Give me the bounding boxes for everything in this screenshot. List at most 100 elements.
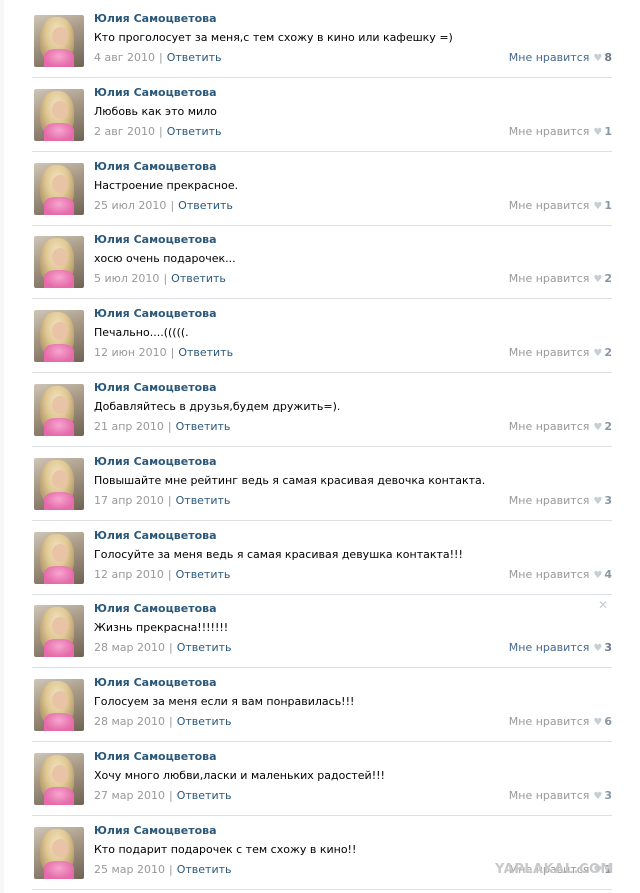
- post-date: 2 авг 2010: [94, 124, 155, 138]
- like-button[interactable]: Мне нравится ♥ 2: [509, 272, 612, 285]
- post-meta: 4 авг 2010 | Ответить: [94, 51, 221, 64]
- like-count: 4: [604, 567, 612, 581]
- like-button[interactable]: Мне нравится ♥ 1: [509, 199, 612, 212]
- heart-icon: ♥: [593, 791, 603, 802]
- post-date: 25 мар 2010: [94, 862, 166, 876]
- author-name[interactable]: Юлия Самоцветова: [94, 86, 217, 99]
- like-button[interactable]: Мне нравится ♥ 6: [509, 715, 612, 728]
- like-button[interactable]: Мне нравится ♥ 2: [509, 420, 612, 433]
- wall-post: Юлия Самоцветова хосю очень подарочек...…: [32, 225, 612, 300]
- like-label: Мне нравится: [508, 272, 590, 286]
- reply-link[interactable]: Ответить: [178, 346, 233, 359]
- reply-link[interactable]: Ответить: [176, 494, 231, 507]
- separator: |: [167, 493, 172, 507]
- avatar[interactable]: [34, 88, 84, 141]
- post-text: Настроение прекрасное.: [94, 178, 239, 192]
- like-count: 2: [604, 420, 612, 433]
- separator: |: [170, 346, 175, 360]
- like-button[interactable]: Мне нравится ♥ 3: [509, 789, 612, 802]
- wall-post: Юлия Самоцветова Печально....(((((. 12 и…: [32, 299, 612, 374]
- page-edge: [0, 0, 4, 893]
- like-label: Мне нравится: [508, 641, 590, 655]
- reply-link[interactable]: Ответить: [171, 272, 226, 285]
- avatar[interactable]: [34, 457, 84, 510]
- heart-icon: ♥: [593, 422, 603, 433]
- avatar[interactable]: [34, 15, 84, 67]
- author-name[interactable]: Юлия Самоцветова: [94, 12, 217, 25]
- post-meta: 12 июн 2010 | Ответить: [94, 346, 233, 359]
- like-label: Мне нравится: [508, 346, 590, 360]
- post-meta: 25 мар 2010 | Ответить: [94, 863, 232, 876]
- avatar[interactable]: [34, 753, 84, 805]
- post-text: Добавляйтесь в друзья,будем дружить=).: [94, 400, 341, 413]
- like-label: Мне нравится: [508, 715, 590, 729]
- like-count: 8: [604, 51, 612, 64]
- author-name[interactable]: Юлия Самоцветова: [94, 160, 217, 173]
- post-text: Повышайте мне рейтинг ведь я самая краси…: [94, 473, 486, 487]
- post-date: 5 июл 2010: [94, 272, 160, 286]
- heart-icon: ♥: [593, 569, 603, 581]
- author-name[interactable]: Юлия Самоцветова: [94, 307, 217, 320]
- author-name[interactable]: Юлия Самоцветова: [94, 824, 217, 837]
- author-name[interactable]: Юлия Самоцветова: [94, 529, 217, 542]
- avatar[interactable]: [34, 826, 84, 879]
- post-date: 21 апр 2010: [94, 420, 164, 433]
- like-label: Мне нравится: [508, 51, 590, 64]
- avatar[interactable]: [34, 531, 84, 584]
- post-text: Кто проголосует за меня,с тем схожу в ки…: [94, 31, 453, 44]
- reply-link[interactable]: Ответить: [176, 420, 231, 433]
- author-name[interactable]: Юлия Самоцветова: [94, 602, 217, 615]
- wall-post: Юлия Самоцветова ✕ Жизнь прекрасна!!!!!!…: [32, 594, 612, 669]
- wall-post: Юлия Самоцветова Повышайте мне рейтинг в…: [32, 447, 612, 521]
- post-meta: 25 июл 2010 | Ответить: [94, 199, 233, 212]
- author-name[interactable]: Юлия Самоцветова: [94, 750, 217, 763]
- reply-link[interactable]: Ответить: [177, 641, 232, 654]
- post-meta: 28 мар 2010 | Ответить: [94, 641, 232, 654]
- avatar[interactable]: [34, 679, 84, 732]
- reply-link[interactable]: Ответить: [167, 51, 222, 64]
- avatar[interactable]: [34, 605, 84, 658]
- wall-post: Юлия Самоцветова Хочу много любви,ласки …: [32, 742, 612, 816]
- reply-link[interactable]: Ответить: [177, 863, 232, 876]
- like-button[interactable]: Мне нравится ♥ 3: [509, 641, 612, 654]
- like-count: 6: [604, 715, 612, 729]
- heart-icon: ♥: [593, 495, 603, 507]
- wall-post: Юлия Самоцветова Голосуем за меня если я…: [32, 668, 612, 743]
- avatar[interactable]: [34, 384, 84, 436]
- heart-icon: ♥: [593, 274, 603, 286]
- like-button[interactable]: Мне нравится ♥ 2: [509, 346, 612, 359]
- separator: |: [169, 789, 173, 802]
- post-date: 4 авг 2010: [94, 51, 155, 64]
- reply-link[interactable]: Ответить: [177, 789, 232, 802]
- heart-icon: ♥: [593, 53, 603, 64]
- reply-link[interactable]: Ответить: [167, 125, 222, 138]
- like-button[interactable]: Мне нравится ♥ 4: [509, 568, 612, 581]
- post-meta: 12 апр 2010 | Ответить: [94, 568, 230, 581]
- avatar[interactable]: [34, 236, 84, 289]
- reply-link[interactable]: Ответить: [176, 568, 231, 581]
- post-text: Хочу много любви,ласки и маленьких радос…: [94, 769, 385, 782]
- separator: |: [163, 272, 168, 286]
- post-meta: 27 мар 2010 | Ответить: [94, 789, 232, 802]
- reply-link[interactable]: Ответить: [178, 199, 233, 212]
- wall-post: Юлия Самоцветова Кто проголосует за меня…: [32, 4, 612, 78]
- author-name[interactable]: Юлия Самоцветова: [94, 381, 217, 394]
- reply-link[interactable]: Ответить: [177, 715, 232, 728]
- like-button[interactable]: Мне нравится ♥ 1: [509, 125, 612, 138]
- heart-icon: ♥: [593, 717, 603, 729]
- post-text: Любовь как это мило: [94, 104, 217, 118]
- like-button[interactable]: Мне нравится ♥ 8: [509, 51, 612, 64]
- heart-icon: ♥: [593, 348, 603, 360]
- post-date: 12 июн 2010: [94, 346, 167, 360]
- wall-post: Юлия Самоцветова Голосуйте за меня ведь …: [32, 521, 612, 595]
- post-meta: 28 мар 2010 | Ответить: [94, 715, 232, 728]
- like-label: Мне нравится: [508, 493, 590, 507]
- avatar[interactable]: [34, 310, 84, 363]
- author-name[interactable]: Юлия Самоцветова: [94, 455, 217, 468]
- like-count: 2: [604, 346, 612, 360]
- delete-post-icon[interactable]: ✕: [598, 599, 608, 611]
- author-name[interactable]: Юлия Самоцветова: [94, 233, 217, 246]
- like-button[interactable]: Мне нравится ♥ 3: [509, 494, 612, 507]
- author-name[interactable]: Юлия Самоцветова: [94, 676, 217, 689]
- avatar[interactable]: [34, 162, 84, 215]
